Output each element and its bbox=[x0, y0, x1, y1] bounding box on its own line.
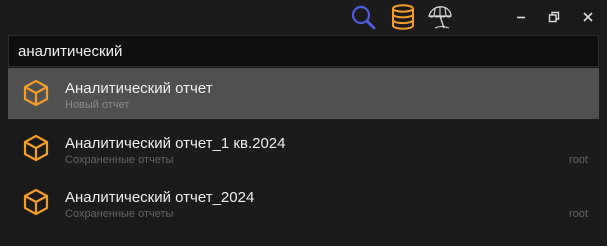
beach-umbrella-icon bbox=[428, 6, 452, 29]
search-input[interactable] bbox=[18, 41, 578, 61]
beach-tool-button[interactable] bbox=[427, 4, 453, 30]
result-owner: root bbox=[569, 208, 588, 220]
result-item[interactable]: Аналитический отчет Новый отчет bbox=[8, 68, 599, 119]
database-icon bbox=[392, 4, 414, 30]
results-list: Аналитический отчет Новый отчет Аналитич… bbox=[8, 68, 599, 228]
minimize-button[interactable] bbox=[511, 7, 531, 27]
result-item[interactable]: Аналитический отчет_1 кв.2024 Сохраненны… bbox=[8, 123, 599, 174]
close-icon bbox=[583, 12, 593, 22]
result-title: Аналитический отчет_2024 bbox=[65, 189, 255, 206]
title-bar bbox=[0, 0, 607, 34]
result-owner: root bbox=[569, 154, 588, 166]
result-item[interactable]: Аналитический отчет_2024 Сохраненные отч… bbox=[8, 177, 599, 228]
restore-icon bbox=[548, 11, 560, 23]
result-category: Сохраненные отчеты bbox=[65, 154, 174, 166]
restore-button[interactable] bbox=[544, 7, 564, 27]
minimize-icon bbox=[517, 16, 525, 19]
app-window: Аналитический отчет Новый отчет Аналитич… bbox=[0, 0, 607, 246]
cube-icon bbox=[23, 134, 49, 162]
search-tool-button[interactable] bbox=[350, 4, 376, 30]
result-title: Аналитический отчет bbox=[65, 80, 213, 97]
cube-icon bbox=[23, 79, 49, 107]
close-button[interactable] bbox=[578, 7, 598, 27]
result-category: Новый отчет bbox=[65, 99, 130, 111]
cube-icon bbox=[23, 188, 49, 216]
database-tool-button[interactable] bbox=[390, 4, 416, 30]
result-category: Сохраненные отчеты bbox=[65, 208, 174, 220]
search-box bbox=[8, 35, 599, 67]
result-title: Аналитический отчет_1 кв.2024 bbox=[65, 135, 286, 152]
search-icon bbox=[351, 5, 376, 30]
